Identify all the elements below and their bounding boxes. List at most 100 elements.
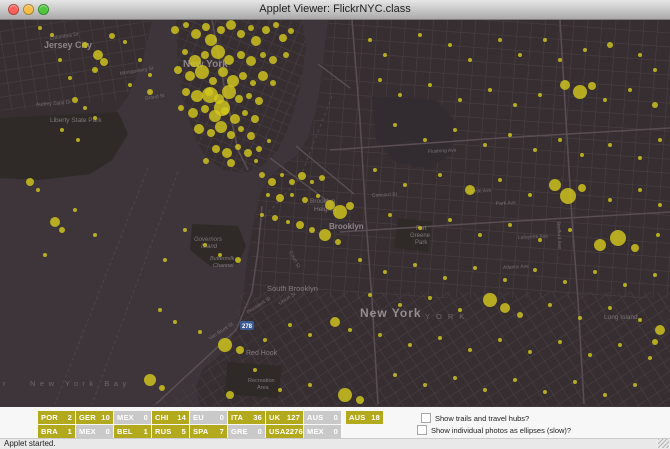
photo-dot bbox=[171, 26, 179, 34]
country-code: USA bbox=[269, 427, 286, 436]
photo-dot bbox=[498, 338, 502, 342]
photo-dot bbox=[256, 146, 262, 152]
checkbox-group: Show trails and travel hubs? Show indivi… bbox=[417, 412, 571, 436]
photo-dot bbox=[549, 179, 561, 191]
minimize-button[interactable] bbox=[23, 4, 34, 15]
country-count: 2 bbox=[67, 413, 72, 422]
photo-dot bbox=[182, 49, 188, 55]
photo-dot bbox=[335, 239, 341, 245]
country-toggle-ger[interactable]: GER 10 bbox=[76, 411, 113, 424]
photo-dot bbox=[413, 263, 417, 267]
photo-dot bbox=[68, 76, 72, 80]
photo-dot bbox=[503, 278, 507, 282]
photo-dot bbox=[638, 53, 642, 57]
photo-dot bbox=[483, 388, 487, 392]
trails-checkbox-label: Show trails and travel hubs? bbox=[435, 413, 530, 423]
photo-dot bbox=[288, 28, 294, 34]
country-toggle-mex[interactable]: MEX 0 bbox=[114, 411, 151, 424]
trails-checkbox[interactable] bbox=[421, 413, 431, 423]
window-titlebar[interactable]: Applet Viewer: FlickrNYC.class bbox=[0, 0, 670, 20]
photo-dot bbox=[246, 56, 256, 66]
svg-text:Park Ave: Park Ave bbox=[496, 200, 516, 207]
country-toggle-bra[interactable]: BRA 1 bbox=[38, 425, 75, 438]
country-row: BRA 1 MEX 0 BEL 1 RUS 5 SPA 7 GRE 0 USA 2276 MEX 0 bbox=[38, 425, 384, 438]
photo-dot bbox=[308, 383, 312, 387]
photo-dot bbox=[393, 373, 397, 377]
photo-dot bbox=[653, 273, 657, 277]
status-bar: Applet started. bbox=[0, 438, 670, 449]
country-toggle-aus[interactable]: AUS 18 bbox=[346, 411, 383, 424]
country-toggle-mex[interactable]: MEX 0 bbox=[304, 425, 341, 438]
photo-dot bbox=[319, 229, 331, 241]
country-count: 18 bbox=[371, 413, 380, 422]
photo-dot bbox=[330, 317, 340, 327]
photo-dot bbox=[267, 139, 271, 143]
photo-dot bbox=[147, 89, 153, 95]
photo-dot bbox=[254, 159, 258, 163]
photo-dot bbox=[563, 280, 567, 284]
photo-dot bbox=[73, 208, 77, 212]
photo-dot bbox=[296, 221, 304, 229]
photo-dot bbox=[448, 218, 452, 222]
photo-dot bbox=[50, 217, 60, 227]
photo-dot bbox=[222, 148, 232, 158]
photo-dot bbox=[174, 66, 182, 74]
photo-dot bbox=[251, 36, 261, 46]
photo-dot bbox=[259, 172, 265, 178]
country-toggle-mex[interactable]: MEX 0 bbox=[76, 425, 113, 438]
svg-text:Area: Area bbox=[257, 385, 270, 391]
zoom-button[interactable] bbox=[38, 4, 49, 15]
photo-dot bbox=[222, 85, 236, 99]
ellipses-checkbox[interactable] bbox=[417, 425, 427, 435]
photo-dot bbox=[528, 350, 532, 354]
photo-dot bbox=[368, 38, 372, 42]
country-toggle-ita[interactable]: ITA 36 bbox=[228, 411, 265, 424]
photo-dot bbox=[159, 385, 165, 391]
country-toggle-rus[interactable]: RUS 5 bbox=[152, 425, 189, 438]
photo-dot bbox=[448, 43, 452, 47]
country-code: AUS bbox=[349, 413, 366, 422]
photo-dot bbox=[211, 45, 225, 59]
photo-dot bbox=[578, 316, 582, 320]
photo-dot bbox=[388, 213, 392, 217]
photo-dot bbox=[588, 353, 592, 357]
map-applet-canvas[interactable]: 278 Columbus Dr Montgomery St Grand St Audr… bbox=[0, 19, 670, 407]
photo-dot bbox=[144, 374, 156, 386]
photo-dot bbox=[548, 303, 552, 307]
photo-dot bbox=[43, 253, 47, 257]
photo-dot bbox=[348, 328, 352, 332]
country-toggle-chi[interactable]: CHI 14 bbox=[152, 411, 189, 424]
photo-dot bbox=[221, 107, 229, 115]
photo-dot bbox=[560, 80, 570, 90]
photo-dot bbox=[185, 71, 195, 81]
close-button[interactable] bbox=[8, 4, 19, 15]
country-count: 1 bbox=[67, 427, 72, 436]
photo-dot bbox=[458, 98, 462, 102]
photo-dot bbox=[393, 123, 397, 127]
photo-dot bbox=[468, 348, 472, 352]
photo-dot bbox=[209, 77, 217, 85]
photo-dot bbox=[288, 323, 292, 327]
country-toggle-spa[interactable]: SPA 7 bbox=[190, 425, 227, 438]
trails-checkbox-row[interactable]: Show trails and travel hubs? bbox=[421, 412, 571, 424]
resize-grip[interactable] bbox=[658, 439, 669, 448]
country-toggle-uk[interactable]: UK 127 bbox=[266, 411, 303, 424]
photo-dot bbox=[573, 380, 577, 384]
ellipses-checkbox-row[interactable]: Show individual photos as ellipses (slow… bbox=[417, 424, 571, 436]
photo-dot bbox=[278, 388, 282, 392]
country-toggle-aus[interactable]: AUS 0 bbox=[304, 411, 341, 424]
country-toggle-por[interactable]: POR 2 bbox=[38, 411, 75, 424]
country-toggle-gre[interactable]: GRE 0 bbox=[228, 425, 265, 438]
photo-dot bbox=[423, 383, 427, 387]
svg-text:278: 278 bbox=[242, 324, 253, 330]
country-toggle-bel[interactable]: BEL 1 bbox=[114, 425, 151, 438]
country-toggle-usa[interactable]: USA 2276 bbox=[266, 425, 303, 438]
country-toggle-eu[interactable]: EU 0 bbox=[190, 411, 227, 424]
country-count: 7 bbox=[219, 427, 224, 436]
photo-dot bbox=[258, 71, 268, 81]
photo-dot bbox=[428, 296, 432, 300]
photo-dot bbox=[543, 38, 547, 42]
photo-dot bbox=[453, 376, 457, 380]
photo-dot bbox=[325, 200, 335, 210]
photo-dot bbox=[188, 108, 198, 118]
